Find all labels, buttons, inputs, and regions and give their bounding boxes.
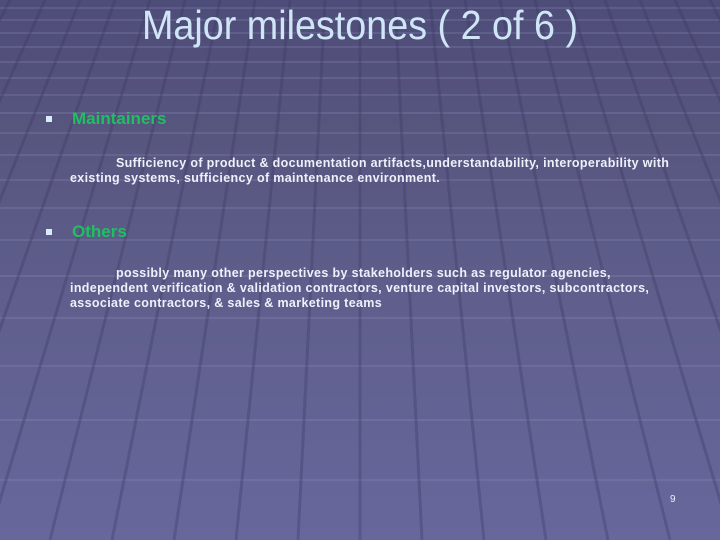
bullet-heading: Maintainers xyxy=(72,109,167,128)
square-bullet-icon xyxy=(46,116,52,122)
bullet-body-text: Sufficiency of product & documentation a… xyxy=(70,156,670,185)
bullet-heading: Others xyxy=(72,222,127,241)
bullet-maintainers: Maintainers xyxy=(40,108,166,130)
bullet-others: Others xyxy=(40,221,127,243)
slide-title: Major milestones ( 2 of 6 ) xyxy=(141,2,579,48)
bullet-body-text: possibly many other perspectives by stak… xyxy=(70,266,650,310)
square-bullet-icon xyxy=(46,229,52,235)
page-number: 9 xyxy=(670,494,676,505)
slide: Major milestones ( 2 of 6 ) Maintainers … xyxy=(0,0,720,540)
